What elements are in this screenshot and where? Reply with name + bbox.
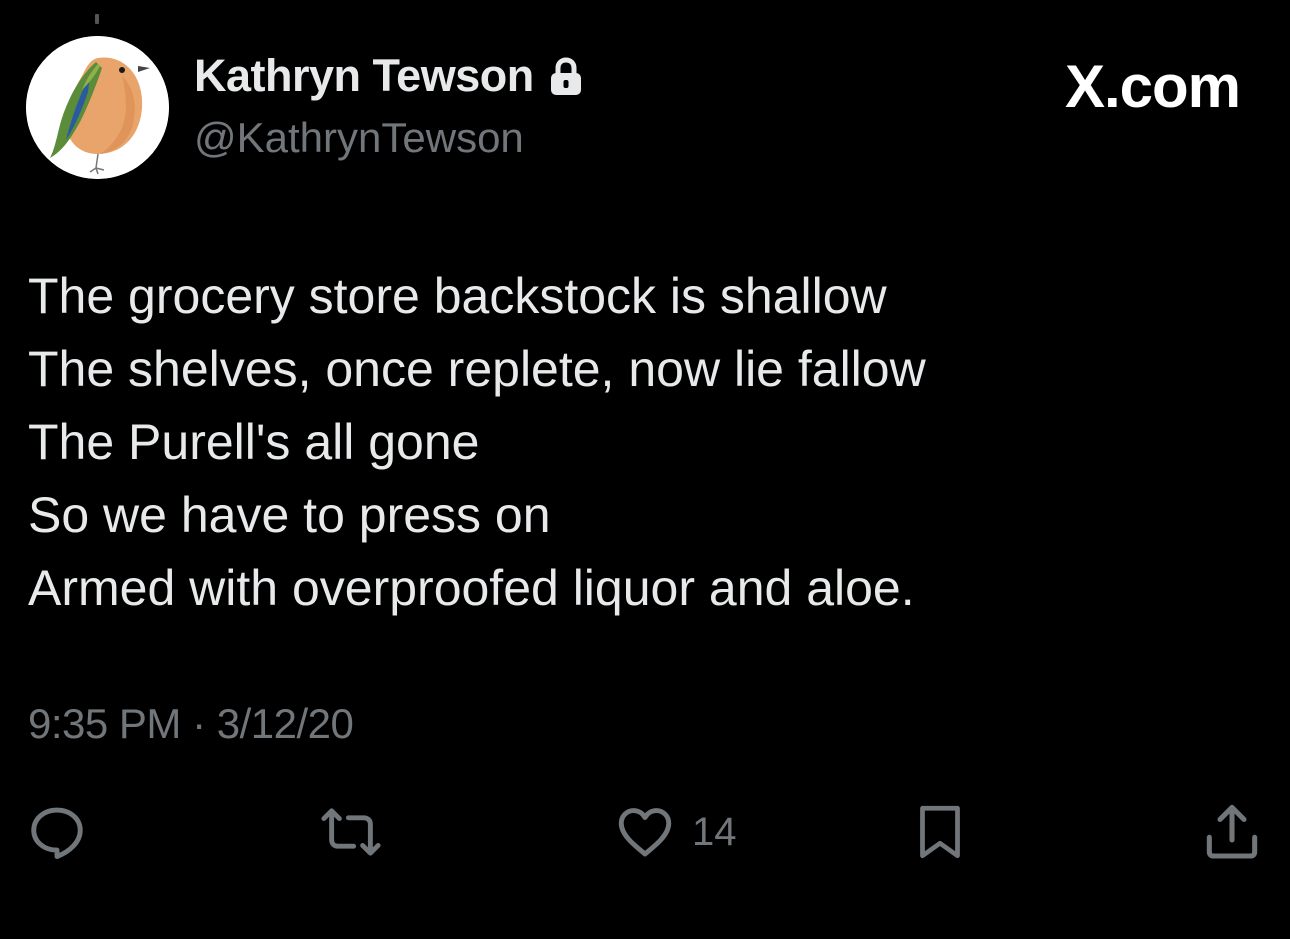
author-handle[interactable]: @KathrynTewson <box>194 114 524 162</box>
like-button[interactable]: 14 <box>614 800 737 864</box>
bookmark-button[interactable] <box>910 800 970 864</box>
bookmark-icon <box>920 805 960 859</box>
reply-button[interactable] <box>26 800 88 864</box>
share-button[interactable] <box>1200 800 1264 864</box>
tweet-line: So we have to press on <box>28 487 551 543</box>
tweet-text: The grocery store backstock is shallow T… <box>28 260 926 625</box>
tweet-line: Armed with overproofed liquor and aloe. <box>28 560 915 616</box>
tweet-line: The shelves, once replete, now lie fallo… <box>28 341 926 397</box>
retweet-button[interactable] <box>318 800 384 864</box>
tweet-action-bar: 14 <box>0 800 1290 870</box>
author-name-row[interactable]: Kathryn Tewson <box>194 50 584 102</box>
status-tick-mark <box>95 14 99 24</box>
bird-illustration-avatar-icon <box>26 36 169 179</box>
lock-icon <box>548 56 584 96</box>
tweet-line: The grocery store backstock is shallow <box>28 268 887 324</box>
tweet-line: The Purell's all gone <box>28 414 480 470</box>
reply-icon <box>31 807 83 859</box>
retweet-icon <box>321 808 381 856</box>
heart-icon <box>618 808 672 857</box>
like-count: 14 <box>692 809 737 854</box>
avatar[interactable] <box>26 36 169 179</box>
share-icon <box>1206 804 1258 859</box>
brand-watermark: X.com <box>1064 53 1241 120</box>
tweet-timestamp[interactable]: 9:35 PM · 3/12/20 <box>28 700 354 748</box>
author-display-name[interactable]: Kathryn Tewson <box>194 50 534 102</box>
